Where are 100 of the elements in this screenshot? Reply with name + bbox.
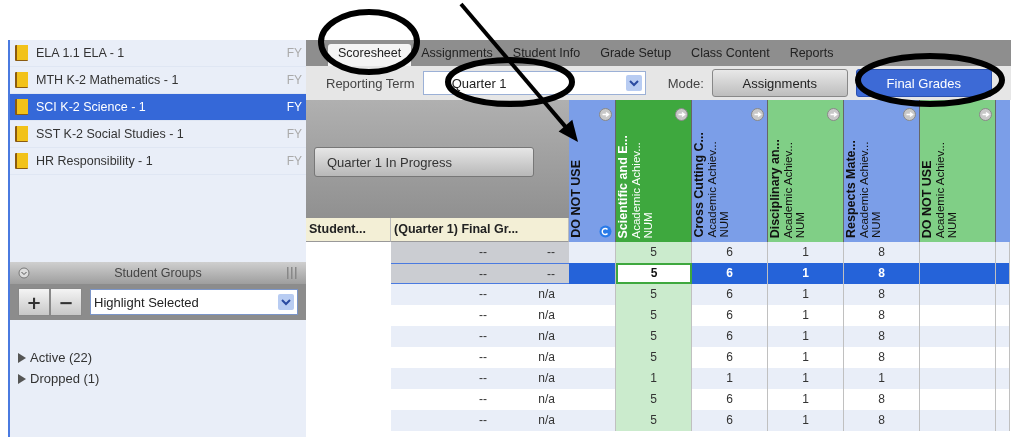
table-cell: [996, 284, 1010, 305]
header-title: Cross Cutting C...: [692, 132, 706, 238]
tab[interactable]: Grade Setup: [590, 44, 682, 66]
field-label: Mode:: [667, 75, 704, 91]
table-cell: 1: [768, 368, 844, 389]
table-cell: [996, 242, 1010, 263]
book-icon: [14, 44, 30, 62]
header-type: NUM: [870, 210, 882, 238]
status-button[interactable]: Quarter 1 In Progress: [314, 147, 534, 177]
table-cell: [996, 410, 1010, 431]
table-cell: --: [391, 368, 501, 389]
arrow-circle-icon: [903, 108, 916, 121]
table-cell: 6: [692, 242, 768, 263]
grip-icon: [286, 266, 298, 280]
column-header[interactable]: Disciplinary an... Academic Achiev... NUM: [768, 100, 844, 242]
add-button[interactable]: +: [18, 288, 50, 316]
table-cell: 6: [692, 410, 768, 431]
tab[interactable]: Reports: [779, 44, 844, 66]
arrow-circle-icon: [599, 108, 612, 121]
header-subtitle: Academic Achiev...: [934, 141, 946, 238]
table-cell: 5: [616, 284, 692, 305]
arrow-circle-icon: [751, 108, 764, 121]
column-header[interactable]: (Quarter 1) Final Gr...: [391, 218, 569, 242]
tab[interactable]: Assignments: [411, 44, 503, 66]
table-cell: 1: [768, 263, 844, 284]
table-cell: 1: [768, 410, 844, 431]
arrow-circle-icon: [979, 108, 992, 121]
arrow-circle-icon: [827, 108, 840, 121]
table-cell: 6: [692, 326, 768, 347]
book-icon: [14, 152, 30, 170]
header-title: DO NOT USE: [920, 159, 934, 238]
table-cell: 5: [616, 410, 692, 431]
table-cell: --: [391, 326, 501, 347]
table-cell: [996, 368, 1010, 389]
table-cell: 8: [844, 263, 920, 284]
table-cell: 5: [616, 305, 692, 326]
column-header[interactable]: DO NOT USE: [569, 100, 616, 242]
book-icon: [14, 98, 30, 116]
table-cell: n/a: [501, 326, 569, 347]
table-cell: --: [501, 263, 569, 284]
table-cell: 1: [768, 326, 844, 347]
tree-node[interactable]: Dropped (1): [16, 371, 300, 386]
column-header[interactable]: [996, 100, 1010, 242]
remove-button[interactable]: −: [50, 288, 82, 316]
collapse-icon: [18, 267, 30, 279]
header-type: NUM: [794, 210, 806, 238]
column-header[interactable]: Student...: [306, 218, 391, 242]
table-cell: 8: [844, 326, 920, 347]
table-cell: --: [501, 242, 569, 263]
table-cell: 8: [844, 284, 920, 305]
header-subtitle: Academic Achiev...: [630, 140, 642, 238]
tab[interactable]: Scoresheet: [328, 44, 412, 66]
book-icon: [14, 125, 30, 143]
table-cell: 8: [844, 410, 920, 431]
column-header[interactable]: Cross Cutting C... Academic Achiev... NUM: [692, 100, 768, 242]
table-cell: [996, 326, 1010, 347]
tab[interactable]: Student Info: [502, 44, 591, 66]
table-cell: --: [391, 263, 501, 284]
table-cell: 1: [844, 368, 920, 389]
table-cell: 1: [768, 242, 844, 263]
table-cell: 6: [692, 284, 768, 305]
term-dropdown[interactable]: Quarter 1: [422, 71, 646, 95]
table-cell: n/a: [501, 410, 569, 431]
course-item[interactable]: ELA 1.1 ELA - 1 FY: [10, 40, 306, 67]
table-cell: 5: [616, 242, 692, 263]
cell-input[interactable]: 5: [616, 263, 692, 284]
tab[interactable]: Class Content: [681, 44, 780, 66]
table-cell: 1: [616, 368, 692, 389]
column-header[interactable]: DO NOT USE Academic Achiev... NUM: [920, 100, 996, 242]
expand-triangle-icon: [16, 372, 28, 385]
table-cell: 6: [692, 263, 768, 284]
header-subtitle: Academic Achiev...: [858, 140, 870, 238]
course-item[interactable]: SST K-2 Social Studies - 1 FY: [10, 121, 306, 148]
header-title: Scientific and E...: [616, 134, 630, 238]
header-type: NUM: [642, 210, 654, 238]
table-cell: 5: [616, 347, 692, 368]
expand-triangle-icon: [16, 351, 28, 364]
header-title: DO NOT USE: [569, 160, 583, 238]
table-cell: --: [391, 242, 501, 263]
course-item[interactable]: SCI K-2 Science - 1 FY: [10, 94, 306, 121]
book-icon: [14, 71, 30, 89]
table-cell: --: [391, 410, 501, 431]
header-type: NUM: [946, 210, 958, 238]
header-title: Respects Mate...: [844, 140, 858, 238]
field-label: Reporting Term: [326, 75, 415, 91]
table-cell: 5: [616, 326, 692, 347]
header-type: NUM: [718, 210, 730, 238]
tree-node[interactable]: Active (22): [16, 350, 300, 365]
mode-button[interactable]: Assignments: [711, 69, 848, 97]
arrow-circle-icon: [675, 108, 688, 121]
filter-dropdown[interactable]: Highlight Selected: [90, 289, 298, 315]
course-item[interactable]: HR Responsibility - 1 FY: [10, 148, 306, 175]
column-header[interactable]: Respects Mate... Academic Achiev... NUM: [844, 100, 920, 242]
table-cell: n/a: [501, 284, 569, 305]
table-cell: [996, 263, 1010, 284]
table-cell: 8: [844, 242, 920, 263]
table-cell: 5: [616, 389, 692, 410]
table-cell: 1: [692, 368, 768, 389]
table-cell: 1: [768, 284, 844, 305]
mode-button[interactable]: Final Grades: [855, 69, 992, 97]
